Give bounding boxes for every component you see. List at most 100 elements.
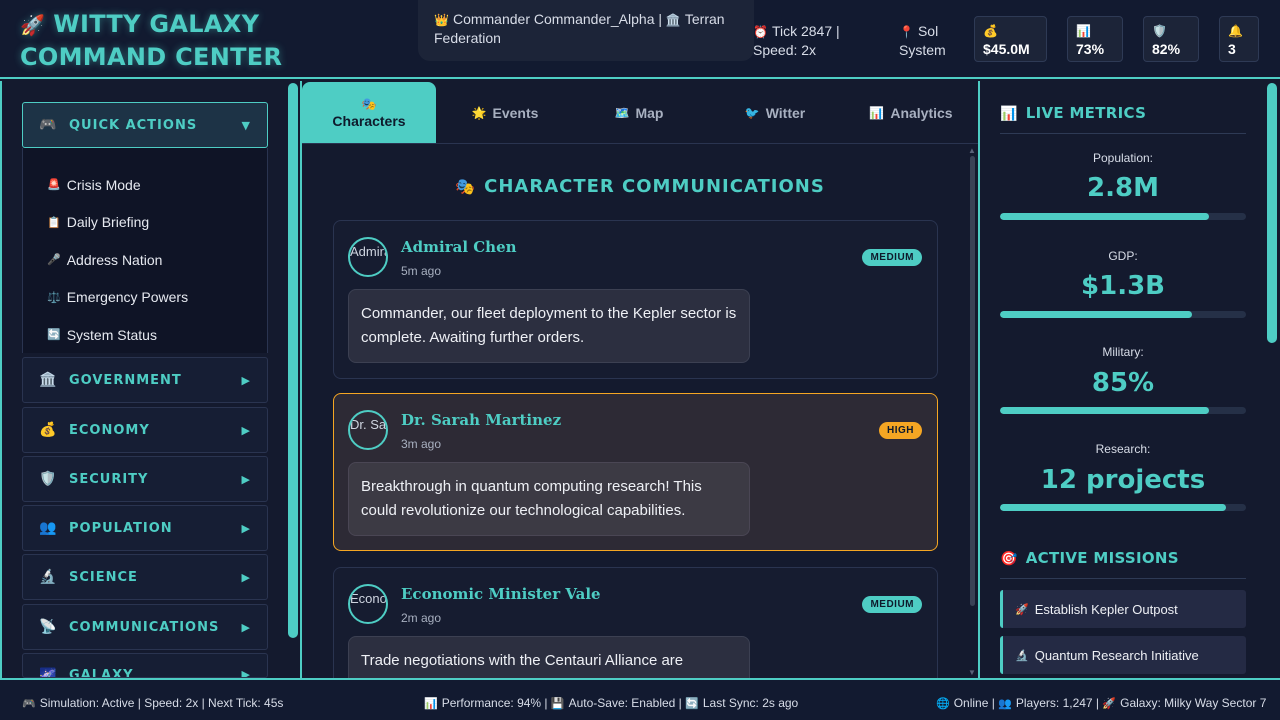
menu-communications[interactable]: 📡 COMMUNICATIONS ▶ <box>22 604 268 650</box>
refresh-icon: 🔄 <box>47 329 61 342</box>
sender-name: Economic Minister Vale <box>401 585 601 603</box>
action-emergency-powers[interactable]: ⚖️ Emergency Powers <box>23 279 267 317</box>
message-time: 3m ago <box>401 437 442 451</box>
government-icon: 🏛️ <box>39 372 58 388</box>
shield-icon: 🛡️ <box>1152 24 1167 38</box>
page-title: 🎭 CHARACTER COMMUNICATIONS <box>455 176 825 197</box>
metric-bar <box>1000 311 1246 318</box>
bar-chart-icon: 📊 <box>1000 106 1018 122</box>
message-text: Commander, our fleet deployment to the K… <box>348 289 750 363</box>
content-scrollbar[interactable] <box>970 156 975 606</box>
metric-bar-fill <box>1000 311 1192 318</box>
tab-analytics[interactable]: 📊 Analytics <box>844 82 978 143</box>
rocket-icon: 🚀 <box>1102 698 1117 710</box>
menu-government[interactable]: 🏛️ GOVERNMENT ▶ <box>22 357 268 403</box>
alarm-clock-icon: ⏰ <box>753 25 768 39</box>
caret-right-icon: ▶ <box>241 373 251 387</box>
bar-chart-icon: 📊 <box>869 105 885 120</box>
avatar: Dr. Sarah Martinez <box>348 410 388 450</box>
tab-characters[interactable]: 🎭 Characters <box>302 82 436 143</box>
gamepad-icon: 🎮 <box>22 698 36 710</box>
tab-events[interactable]: 🌟 Events <box>438 82 572 143</box>
globe-icon: 🌐 <box>936 698 950 710</box>
rocket-icon: 🚀 <box>1015 603 1029 616</box>
menu-quick-actions[interactable]: 🎮 QUICK ACTIONS ▼ <box>22 102 268 148</box>
target-icon: 🎯 <box>1000 551 1018 567</box>
action-address-nation[interactable]: 🎤 Address Nation <box>23 241 267 279</box>
satellite-icon: 📡 <box>39 619 58 635</box>
gamepad-icon: 🎮 <box>39 117 58 133</box>
sidebar-scrollbar[interactable] <box>288 83 298 638</box>
scales-icon: ⚖️ <box>47 291 61 304</box>
sender-name: Admiral Chen <box>401 238 517 256</box>
metric-bar-fill <box>1000 504 1227 511</box>
action-crisis-mode[interactable]: 🚨 Crisis Mode <box>23 166 267 204</box>
metric-bar <box>1000 504 1246 511</box>
menu-galaxy[interactable]: 🌌 GALAXY ▶ <box>22 653 268 678</box>
mission-item[interactable]: 🚀 Establish Kepler Outpost <box>1000 590 1246 628</box>
action-system-status[interactable]: 🔄 System Status <box>23 316 267 354</box>
commander-name: Commander Commander_Alpha <box>452 11 655 27</box>
simulation-status: 🎮 Simulation: Active | Speed: 2x | Next T… <box>22 696 284 710</box>
bell-icon: 🔔 <box>1228 24 1243 38</box>
microphone-icon: 🎤 <box>47 254 61 267</box>
avatar: Economic Minister Vale <box>348 584 388 624</box>
metric-bar-fill <box>1000 213 1210 220</box>
speed-readout: Speed: 2x <box>753 42 817 58</box>
tick-counter: Tick 2847 | <box>771 23 840 39</box>
missions-heading: 🎯 ACTIVE MISSIONS <box>1000 549 1246 579</box>
tab-witter[interactable]: 🐦 Witter <box>708 82 842 143</box>
caret-right-icon: ▶ <box>241 472 251 486</box>
metrics-heading: 📊 LIVE METRICS <box>1000 104 1246 134</box>
message-card[interactable]: Dr. Sarah Martinez Dr. Sarah Martinez 3m… <box>333 393 938 551</box>
action-daily-briefing[interactable]: 📋 Daily Briefing <box>23 204 267 242</box>
mission-item[interactable]: 🔬 Quantum Research Initiative <box>1000 636 1246 674</box>
message-text: Breakthrough in quantum computing resear… <box>348 462 750 536</box>
microscope-icon: 🔬 <box>39 569 58 585</box>
microscope-icon: 🔬 <box>1015 649 1029 662</box>
crown-icon: 👑 <box>434 13 449 27</box>
message-time: 2m ago <box>401 611 442 625</box>
metric-value: 2.8M <box>1087 173 1159 203</box>
menu-security[interactable]: 🛡️ SECURITY ▶ <box>22 456 268 502</box>
message-card[interactable]: Economic Minister Vale Economic Minister… <box>333 567 938 678</box>
priority-badge: HIGH <box>879 422 922 439</box>
status-bar: 🎮 Simulation: Active | Speed: 2x | Next T… <box>0 678 1280 720</box>
theater-masks-icon: 🎭 <box>455 177 477 196</box>
people-icon: 👥 <box>39 520 58 536</box>
money-bag-icon: 💰 <box>39 422 58 438</box>
menu-population[interactable]: 👥 POPULATION ▶ <box>22 505 268 551</box>
stat-security[interactable]: 🛡️ 82% <box>1143 16 1199 62</box>
scroll-up-icon[interactable]: ▲ <box>968 146 976 155</box>
menu-science[interactable]: 🔬 SCIENCE ▶ <box>22 554 268 600</box>
caret-right-icon: ▶ <box>241 668 251 678</box>
people-icon: 👥 <box>998 698 1012 710</box>
tab-map[interactable]: 🗺️ Map <box>572 82 706 143</box>
app-title: 🚀 WITTY GALAXY COMMAND CENTER <box>20 10 283 71</box>
main-tabs: 🎭 Characters 🌟 Events 🗺️ Map 🐦 Witter 📊 Analy… <box>302 81 978 144</box>
shield-icon: 🛡️ <box>39 471 58 487</box>
top-header: 🚀 WITTY GALAXY COMMAND CENTER 👑 Commander … <box>0 0 1280 79</box>
star-icon: 🌟 <box>471 105 487 120</box>
system-status: 📊 Performance: 94% | 💾 Auto-Save: Enabled … <box>424 696 799 710</box>
menu-economy[interactable]: 💰 ECONOMY ▶ <box>22 407 268 453</box>
stat-approval[interactable]: 📊 73% <box>1067 16 1123 62</box>
message-card[interactable]: Admiral Chen Admiral Chen 5m ago MEDIUM … <box>333 220 938 379</box>
stat-notifications[interactable]: 🔔 3 <box>1219 16 1259 62</box>
metric-label: Population: <box>1092 151 1154 165</box>
caret-right-icon: ▶ <box>241 570 251 584</box>
right-panel-scrollbar[interactable] <box>1267 83 1277 343</box>
scroll-down-icon[interactable]: ▼ <box>968 668 976 677</box>
network-status: 🌐 Online | 👥 Players: 1,247 | 🚀 Galaxy: Mil… <box>936 696 1267 710</box>
metric-value: $1.3B <box>1081 271 1165 301</box>
avatar: Admiral Chen <box>348 237 388 277</box>
caret-right-icon: ▶ <box>241 620 251 634</box>
floppy-disk-icon: 💾 <box>550 698 565 710</box>
message-time: 5m ago <box>401 264 442 278</box>
metric-bar <box>1000 407 1246 414</box>
tick-info: ⏰ Tick 2847 | Speed: 2x <box>753 22 863 59</box>
bird-icon: 🐦 <box>744 105 760 120</box>
stat-treasury[interactable]: 💰 $45.0M <box>974 16 1047 62</box>
galaxy-icon: 🌌 <box>39 668 58 678</box>
clipboard-icon: 📋 <box>47 216 61 229</box>
